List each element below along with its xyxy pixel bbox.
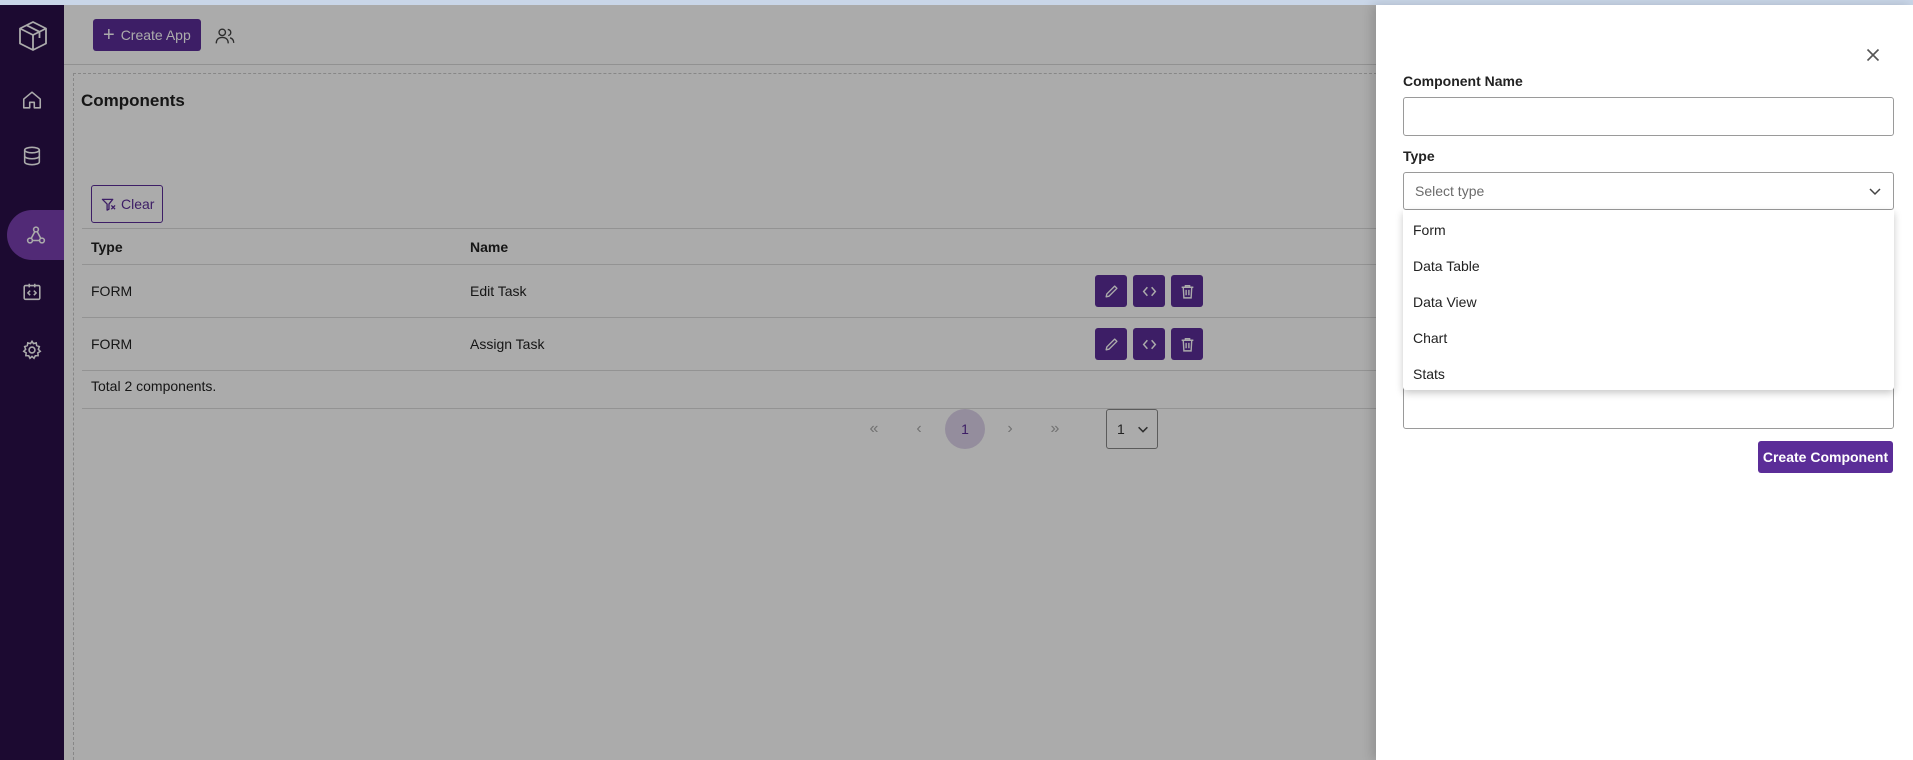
type-label: Type: [1403, 148, 1435, 164]
type-option-form[interactable]: Form: [1403, 212, 1894, 248]
type-select[interactable]: Select type: [1403, 172, 1894, 210]
type-option-chart[interactable]: Chart: [1403, 320, 1894, 356]
type-dropdown: Form Data Table Data View Chart Stats: [1403, 210, 1894, 390]
chevron-down-icon: [1869, 188, 1881, 196]
create-component-button[interactable]: Create Component: [1758, 441, 1893, 473]
close-icon[interactable]: [1861, 43, 1885, 67]
component-name-input[interactable]: [1403, 97, 1894, 136]
type-select-placeholder: Select type: [1415, 183, 1485, 199]
type-option-data-table[interactable]: Data Table: [1403, 248, 1894, 284]
type-option-stats[interactable]: Stats: [1403, 356, 1894, 392]
create-component-drawer: Component Name Type Select type Form Dat…: [1376, 5, 1913, 760]
component-name-label: Component Name: [1403, 73, 1523, 89]
modal-backdrop[interactable]: [0, 5, 1377, 760]
type-option-data-view[interactable]: Data View: [1403, 284, 1894, 320]
